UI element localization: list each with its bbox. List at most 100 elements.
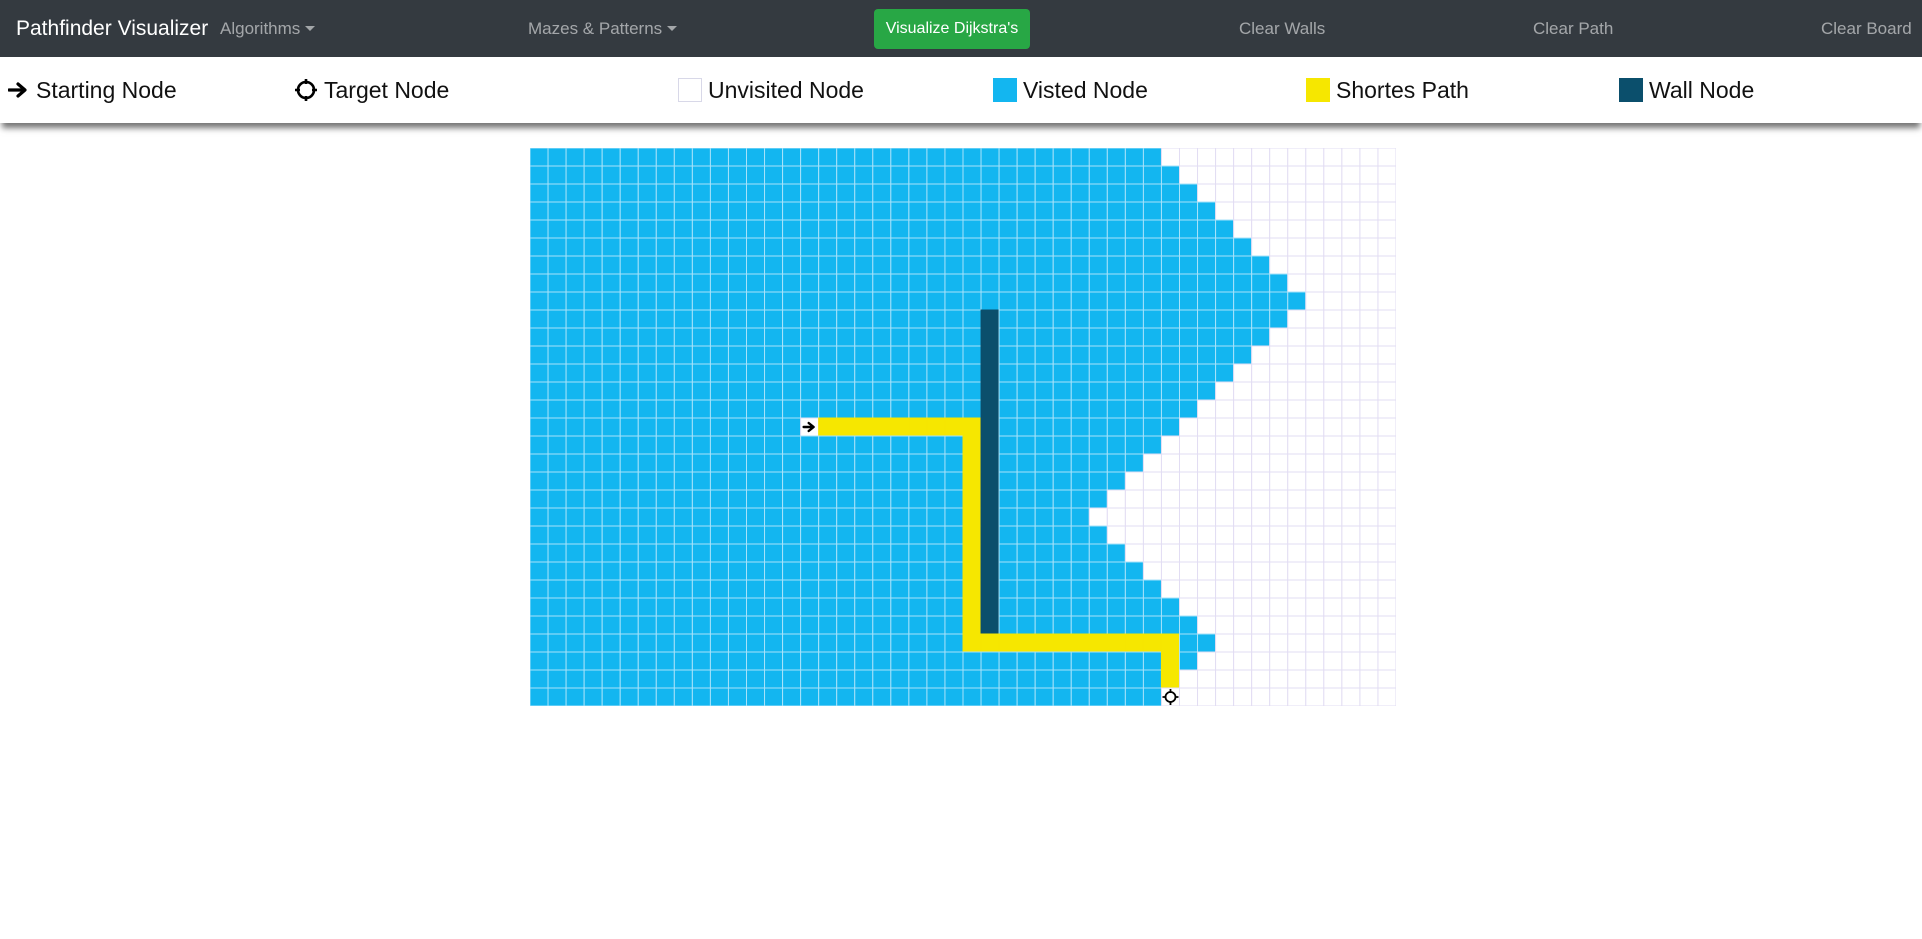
- grid-node-visited[interactable]: [764, 687, 784, 706]
- grid-node-visited[interactable]: [565, 597, 585, 617]
- grid-node-visited[interactable]: [709, 399, 729, 419]
- grid-node-unvisited[interactable]: [1305, 417, 1325, 437]
- grid-node-unvisited[interactable]: [1305, 597, 1325, 617]
- visualize-button[interactable]: Visualize Dijkstra's: [874, 9, 1030, 49]
- grid-node-unvisited[interactable]: [1251, 417, 1271, 437]
- grid-node-visited[interactable]: [655, 453, 675, 473]
- grid-node-unvisited[interactable]: [1323, 651, 1343, 671]
- grid-node-unvisited[interactable]: [1305, 183, 1325, 203]
- grid-node-visited[interactable]: [908, 219, 928, 239]
- grid-node-unvisited[interactable]: [1377, 255, 1396, 275]
- grid-node-visited[interactable]: [1070, 471, 1090, 491]
- grid-node-visited[interactable]: [1197, 219, 1217, 239]
- grid-node-visited[interactable]: [673, 651, 693, 671]
- grid-node-unvisited[interactable]: [1215, 669, 1235, 689]
- grid-node-visited[interactable]: [673, 363, 693, 383]
- grid-node-visited[interactable]: [1088, 148, 1108, 167]
- grid-node-visited[interactable]: [1269, 309, 1289, 329]
- grid-node-visited[interactable]: [1215, 345, 1235, 365]
- grid-node-visited[interactable]: [673, 489, 693, 509]
- grid-node-visited[interactable]: [1052, 183, 1072, 203]
- grid-node-visited[interactable]: [619, 219, 639, 239]
- grid-node-unvisited[interactable]: [1377, 237, 1396, 257]
- grid-node-visited[interactable]: [601, 309, 621, 329]
- grid-node-visited[interactable]: [1034, 417, 1054, 437]
- grid-node-visited[interactable]: [962, 309, 982, 329]
- grid-node-unvisited[interactable]: [1269, 615, 1289, 635]
- grid-node-visited[interactable]: [1034, 561, 1054, 581]
- grid-node-visited[interactable]: [836, 525, 856, 545]
- grid-node-visited[interactable]: [1142, 669, 1162, 689]
- grid-node-visited[interactable]: [944, 237, 964, 257]
- grid-node-unvisited[interactable]: [1179, 471, 1199, 491]
- grid-node-visited[interactable]: [1070, 345, 1090, 365]
- grid-node-unvisited[interactable]: [1305, 399, 1325, 419]
- grid-node-visited[interactable]: [637, 309, 657, 329]
- grid-node-unvisited[interactable]: [1377, 363, 1396, 383]
- grid-node-visited[interactable]: [1052, 561, 1072, 581]
- grid-node-visited[interactable]: [782, 561, 802, 581]
- grid-node-path[interactable]: [962, 453, 982, 473]
- grid-node-visited[interactable]: [782, 651, 802, 671]
- grid-node-visited[interactable]: [530, 345, 549, 365]
- grid-node-visited[interactable]: [530, 201, 549, 221]
- grid-node-unvisited[interactable]: [1269, 255, 1289, 275]
- grid-node-visited[interactable]: [908, 291, 928, 311]
- grid-node-visited[interactable]: [998, 435, 1018, 455]
- grid-node-visited[interactable]: [530, 417, 549, 437]
- grid-node-visited[interactable]: [655, 309, 675, 329]
- grid-node-visited[interactable]: [727, 633, 748, 653]
- grid-node-unvisited[interactable]: [1197, 165, 1217, 185]
- grid-node-visited[interactable]: [800, 148, 820, 167]
- grid-node-visited[interactable]: [727, 417, 748, 437]
- grid-node-unvisited[interactable]: [1377, 399, 1396, 419]
- grid-node-visited[interactable]: [926, 471, 946, 491]
- grid-node-visited[interactable]: [547, 327, 567, 347]
- grid-node-visited[interactable]: [746, 597, 766, 617]
- grid-node-visited[interactable]: [782, 399, 802, 419]
- grid-node-visited[interactable]: [583, 615, 603, 635]
- grid-node-path[interactable]: [1142, 633, 1162, 653]
- grid-node-wall[interactable]: [980, 327, 1000, 347]
- grid-node-visited[interactable]: [673, 615, 693, 635]
- grid-node-visited[interactable]: [1215, 309, 1235, 329]
- grid-node-visited[interactable]: [583, 219, 603, 239]
- grid-node-unvisited[interactable]: [1359, 291, 1379, 311]
- grid-node-visited[interactable]: [926, 543, 946, 563]
- grid-node-unvisited[interactable]: [1233, 471, 1253, 491]
- grid-node-visited[interactable]: [655, 615, 675, 635]
- grid-node-unvisited[interactable]: [1323, 183, 1343, 203]
- grid-node-visited[interactable]: [944, 183, 964, 203]
- grid-node-unvisited[interactable]: [1179, 489, 1199, 509]
- grid-node-unvisited[interactable]: [1323, 417, 1343, 437]
- grid-node-visited[interactable]: [764, 273, 784, 293]
- grid-node-visited[interactable]: [926, 219, 946, 239]
- grid-node-visited[interactable]: [709, 273, 729, 293]
- grid-node-visited[interactable]: [1016, 669, 1036, 689]
- grid-node-visited[interactable]: [637, 633, 657, 653]
- grid-node-unvisited[interactable]: [1377, 579, 1396, 599]
- grid-node-visited[interactable]: [836, 327, 856, 347]
- grid-node-visited[interactable]: [800, 183, 820, 203]
- grid-node-unvisited[interactable]: [1359, 489, 1379, 509]
- grid-node-visited[interactable]: [944, 327, 964, 347]
- grid-node-visited[interactable]: [746, 507, 766, 527]
- grid-node-unvisited[interactable]: [1197, 399, 1217, 419]
- grid-node-visited[interactable]: [944, 381, 964, 401]
- grid-node-visited[interactable]: [673, 435, 693, 455]
- grid-node-visited[interactable]: [854, 345, 874, 365]
- grid-node-visited[interactable]: [1088, 183, 1108, 203]
- grid-node-visited[interactable]: [583, 237, 603, 257]
- grid-node-wall[interactable]: [980, 399, 1000, 419]
- grid-node-visited[interactable]: [944, 597, 964, 617]
- grid-node-visited[interactable]: [1160, 291, 1181, 311]
- grid-node-unvisited[interactable]: [1359, 453, 1379, 473]
- grid-node-visited[interactable]: [944, 579, 964, 599]
- grid-node-visited[interactable]: [565, 273, 585, 293]
- grid-node-visited[interactable]: [1052, 579, 1072, 599]
- grid-node-visited[interactable]: [926, 561, 946, 581]
- grid-node-visited[interactable]: [619, 687, 639, 706]
- grid-node-visited[interactable]: [673, 579, 693, 599]
- grid-node-wall[interactable]: [980, 615, 1000, 635]
- grid-node-visited[interactable]: [818, 687, 838, 706]
